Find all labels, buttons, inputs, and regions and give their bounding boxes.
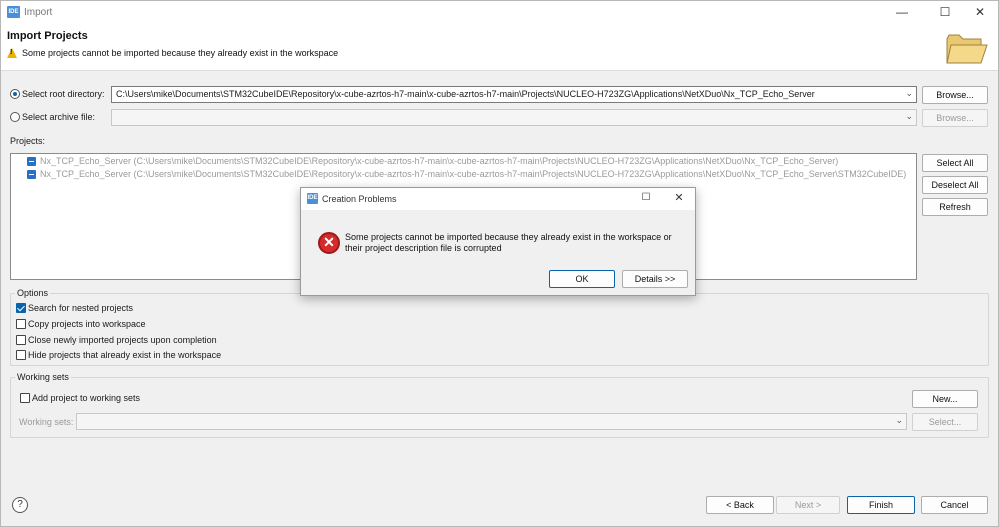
select-all-button[interactable]: Select All [922, 154, 988, 172]
details-button[interactable]: Details >> [622, 270, 688, 288]
list-item[interactable]: Nx_TCP_Echo_Server (C:\Users\mike\Docume… [27, 169, 906, 179]
root-directory-label: Select root directory: [22, 89, 105, 99]
project-checkbox[interactable] [27, 157, 36, 166]
warning-icon [7, 48, 17, 58]
maximize-button[interactable]: ☐ [935, 4, 955, 20]
dialog-title: Creation Problems [322, 194, 397, 204]
archive-file-label: Select archive file: [22, 112, 96, 122]
archive-file-combo[interactable]: ⌄ [111, 109, 917, 126]
dialog-maximize-button[interactable]: ☐ [636, 190, 656, 206]
working-sets-title: Working sets [15, 372, 71, 382]
close-window-button[interactable]: ✕ [970, 4, 990, 20]
close-new-projects-checkbox[interactable] [16, 335, 26, 345]
dialog-message: Some projects cannot be imported because… [345, 232, 672, 253]
page-title: Import Projects [7, 30, 88, 42]
chevron-down-icon[interactable]: ⌄ [895, 415, 903, 426]
root-directory-radio[interactable] [10, 89, 20, 99]
next-button[interactable]: Next > [776, 496, 840, 514]
window-title: Import [24, 7, 53, 18]
cancel-button[interactable]: Cancel [921, 496, 988, 514]
deselect-all-button[interactable]: Deselect All [922, 176, 988, 194]
finish-button[interactable]: Finish [847, 496, 915, 514]
chevron-down-icon[interactable]: ⌄ [905, 111, 913, 122]
working-sets-combo[interactable]: ⌄ [76, 413, 907, 430]
search-nested-checkbox[interactable] [16, 303, 26, 313]
add-to-working-sets-checkbox[interactable] [20, 393, 30, 403]
back-button[interactable]: < Back [706, 496, 774, 514]
ide-app-icon: IDE [7, 6, 20, 18]
minimize-button[interactable]: — [892, 4, 912, 20]
archive-file-radio[interactable] [10, 112, 20, 122]
options-title: Options [15, 288, 51, 298]
wizard-header: Import Projects Some projects cannot be … [1, 24, 998, 71]
folder-icon [946, 34, 988, 64]
title-bar: IDE Import — ☐ ✕ [1, 1, 998, 24]
copy-into-workspace-checkbox[interactable] [16, 319, 26, 329]
error-icon: ✕ [318, 232, 340, 254]
ok-button[interactable]: OK [549, 270, 615, 288]
root-directory-combo[interactable]: C:\Users\mike\Documents\STM32CubeIDE\Rep… [111, 86, 917, 103]
help-icon[interactable]: ? [12, 497, 28, 513]
creation-problems-dialog: IDE Creation Problems ☐ ✕ ✕ Some project… [300, 187, 696, 296]
ide-app-icon: IDE [307, 193, 318, 204]
search-nested-label: Search for nested projects [28, 303, 134, 313]
select-working-sets-button[interactable]: Select... [912, 413, 978, 431]
copy-into-workspace-label: Copy projects into workspace [28, 319, 146, 329]
hide-existing-label: Hide projects that already exist in the … [28, 350, 222, 360]
root-directory-value: C:\Users\mike\Documents\STM32CubeIDE\Rep… [116, 89, 815, 99]
projects-label: Projects: [10, 136, 46, 146]
chevron-down-icon[interactable]: ⌄ [905, 88, 913, 99]
browse-archive-button[interactable]: Browse... [922, 109, 988, 127]
dialog-close-button[interactable]: ✕ [669, 190, 689, 206]
working-sets-label: Working sets: [19, 417, 74, 427]
add-to-working-sets-label: Add project to working sets [32, 393, 141, 403]
project-label: Nx_TCP_Echo_Server (C:\Users\mike\Docume… [40, 156, 839, 166]
dialog-title-bar: IDE Creation Problems ☐ ✕ [301, 188, 695, 210]
list-item[interactable]: Nx_TCP_Echo_Server (C:\Users\mike\Docume… [27, 156, 838, 166]
header-warning-message: Some projects cannot be imported because… [22, 48, 339, 58]
new-working-set-button[interactable]: New... [912, 390, 978, 408]
project-label: Nx_TCP_Echo_Server (C:\Users\mike\Docume… [40, 169, 907, 179]
project-checkbox[interactable] [27, 170, 36, 179]
browse-root-button[interactable]: Browse... [922, 86, 988, 104]
refresh-button[interactable]: Refresh [922, 198, 988, 216]
hide-existing-checkbox[interactable] [16, 350, 26, 360]
close-new-projects-label: Close newly imported projects upon compl… [28, 335, 217, 345]
